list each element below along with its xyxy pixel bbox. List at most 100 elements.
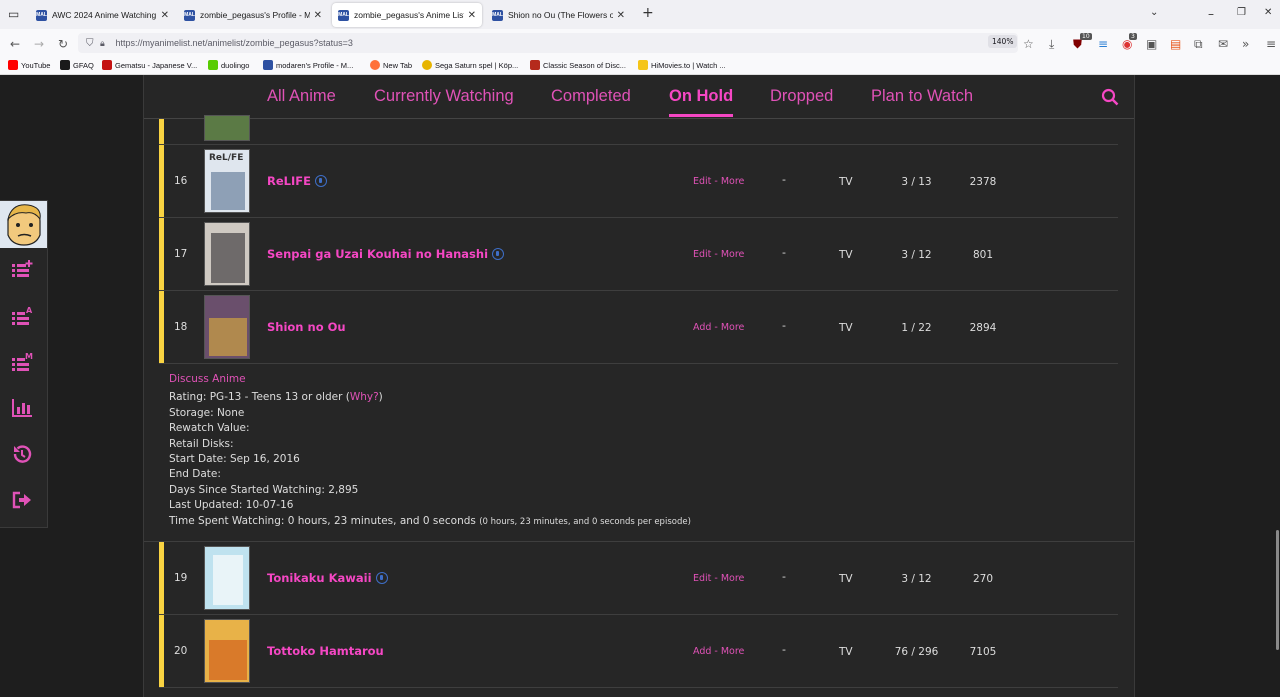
avatar[interactable]	[0, 201, 47, 248]
row-number: 16	[174, 175, 188, 187]
mail-icon[interactable]: ✉	[1218, 37, 1228, 51]
bookmark-gematsu[interactable]: Gematsu - Japanese V...	[102, 60, 197, 70]
anime-thumbnail[interactable]	[204, 619, 250, 683]
bookmark-modaren[interactable]: modaren's Profile - M...	[263, 60, 353, 70]
why-link[interactable]: Why?	[350, 391, 379, 403]
anime-title-link[interactable]: Shion no Ou	[267, 320, 346, 334]
bookmark-sega[interactable]: Sega Saturn spel | Köp...	[422, 60, 518, 70]
minimize-icon[interactable]: –	[1208, 7, 1214, 21]
history-icon[interactable]	[11, 443, 33, 465]
add-link[interactable]: Add	[693, 322, 711, 333]
status-tab-plan-to-watch[interactable]: Plan to Watch	[871, 87, 973, 106]
on-hold-status-bar	[159, 145, 164, 217]
tab-close-icon[interactable]: ✕	[161, 10, 169, 21]
bookmark-label: Classic Season of Disc...	[543, 60, 626, 70]
puzzle-icon[interactable]: ⧉	[1194, 37, 1203, 52]
status-tab-all-anime[interactable]: All Anime	[267, 87, 336, 106]
anime-thumbnail[interactable]	[204, 295, 250, 359]
browser-tab-1[interactable]: MAL AWC 2024 Anime Watching Ch ✕	[30, 3, 175, 27]
new-tab-icon[interactable]: +	[642, 5, 654, 21]
anime-title[interactable]: Tottoko Hamtarou	[267, 644, 384, 658]
status-tab-dropped[interactable]: Dropped	[770, 87, 833, 106]
status-tab-currently-watching[interactable]: Currently Watching	[374, 87, 514, 106]
bookmark-star-icon[interactable]: ☆	[1023, 37, 1034, 51]
zoom-level[interactable]: 140%	[988, 35, 1018, 48]
thumbnail-art	[211, 233, 245, 283]
browser-tab-3-active[interactable]: MAL zombie_pegasus's Anime List - ✕	[332, 3, 482, 27]
list-all-tabs-icon[interactable]: ⌄	[1150, 7, 1158, 18]
more-link[interactable]: More	[721, 176, 745, 187]
address-bar[interactable]: ⛉ 🔒︎ https://myanimelist.net/animelist/z…	[78, 33, 1018, 53]
anime-title[interactable]: ReLIFE	[267, 174, 311, 188]
edit-link[interactable]: Edit	[693, 249, 711, 260]
browser-tab-4[interactable]: MAL Shion no Ou (The Flowers of Ha ✕	[486, 3, 631, 27]
tab-title: zombie_pegasus's Anime List -	[354, 10, 464, 20]
tab-list-icon[interactable]: ▭	[8, 7, 19, 21]
anime-title[interactable]: Tonikaku Kawaii	[267, 571, 372, 585]
restore-icon[interactable]: ❐	[1237, 7, 1246, 18]
row-number: 17	[174, 248, 188, 260]
anime-thumbnail[interactable]	[204, 546, 250, 610]
browser-tab-2[interactable]: MAL zombie_pegasus's Profile - My ✕	[178, 3, 328, 27]
add-list-icon[interactable]	[11, 259, 33, 281]
url-text[interactable]: https://myanimelist.net/animelist/zombie…	[116, 38, 353, 48]
anime-title-link[interactable]: ReLIFE	[267, 174, 327, 188]
anime-title-link[interactable]: Tonikaku Kawaii	[267, 571, 388, 585]
separator: -	[714, 249, 718, 260]
bookmark-gfaq[interactable]: GFAQ	[60, 60, 94, 70]
active-tab-underline	[669, 114, 733, 117]
discuss-anime-link[interactable]: Discuss Anime	[169, 372, 691, 387]
downloads-icon[interactable]: ⤓	[1049, 37, 1054, 52]
more-link[interactable]: More	[721, 249, 745, 260]
status-tab-on-hold[interactable]: On Hold	[669, 87, 733, 106]
list-manga-icon[interactable]: M	[11, 351, 33, 373]
anime-title-link[interactable]: Senpai ga Uzai Kouhai no Hanashi	[267, 247, 505, 261]
youtube-icon	[8, 60, 18, 70]
extension-icon[interactable]: ▣	[1146, 37, 1157, 51]
back-icon[interactable]: ←	[10, 37, 20, 51]
extension-icon[interactable]: ≡	[1098, 37, 1108, 51]
tab-close-icon[interactable]: ✕	[617, 10, 625, 21]
reload-icon[interactable]: ↻	[58, 37, 68, 51]
bookmark-newtab[interactable]: New Tab	[370, 60, 412, 70]
bookmark-youtube[interactable]: YouTube	[8, 60, 50, 70]
table-row: 16 ReL/FE ReLIFE Edit - More - TV 3 / 13 2…	[159, 145, 1118, 218]
anime-title[interactable]: Senpai ga Uzai Kouhai no Hanashi	[267, 247, 488, 261]
stats-icon[interactable]	[11, 397, 33, 419]
last-updated-line: Last Updated: 10-07-16	[169, 499, 294, 512]
more-link[interactable]: More	[721, 573, 745, 584]
more-link[interactable]: More	[721, 322, 745, 333]
anime-thumbnail[interactable]: ReL/FE	[204, 149, 250, 213]
window-close-icon[interactable]: ✕	[1264, 7, 1272, 18]
edit-link[interactable]: Edit	[693, 176, 711, 187]
more-link[interactable]: More	[721, 646, 745, 657]
menu-icon[interactable]: ≡	[1266, 37, 1276, 51]
search-icon[interactable]	[1101, 88, 1119, 106]
edit-link[interactable]: Edit	[693, 573, 711, 584]
bookmark-duolingo[interactable]: duolingo	[208, 60, 249, 70]
bookmark-label: GFAQ	[73, 60, 94, 70]
overflow-icon[interactable]: »	[1242, 37, 1249, 51]
lock-icon[interactable]: 🔒︎	[100, 38, 105, 49]
page-scrollbar[interactable]	[1276, 530, 1279, 650]
extension-icon[interactable]: ▤	[1170, 37, 1181, 51]
bookmark-classic[interactable]: Classic Season of Disc...	[530, 60, 626, 70]
anime-title-link[interactable]: Tottoko Hamtarou	[267, 644, 384, 658]
anime-thumbnail[interactable]	[204, 115, 250, 141]
bookmark-label: duolingo	[221, 60, 250, 70]
logout-icon[interactable]	[11, 489, 33, 511]
status-tab-completed[interactable]: Completed	[551, 87, 631, 106]
list-alpha-icon[interactable]: A	[11, 305, 33, 327]
quick-access-dock: A M	[0, 200, 48, 528]
tab-title: zombie_pegasus's Profile - My	[200, 10, 310, 20]
tab-close-icon[interactable]: ✕	[468, 10, 476, 21]
add-link[interactable]: Add	[693, 646, 711, 657]
bookmark-label: HiMovies.to | Watch ...	[651, 60, 726, 70]
forward-icon[interactable]: →	[34, 37, 44, 51]
bookmark-himovies[interactable]: HiMovies.to | Watch ...	[638, 60, 726, 70]
shield-icon[interactable]: ⛉	[86, 38, 94, 49]
tab-close-icon[interactable]: ✕	[314, 10, 322, 21]
anime-title[interactable]: Shion no Ou	[267, 320, 346, 334]
mal-favicon-icon: MAL	[36, 9, 47, 21]
anime-thumbnail[interactable]	[204, 222, 250, 286]
